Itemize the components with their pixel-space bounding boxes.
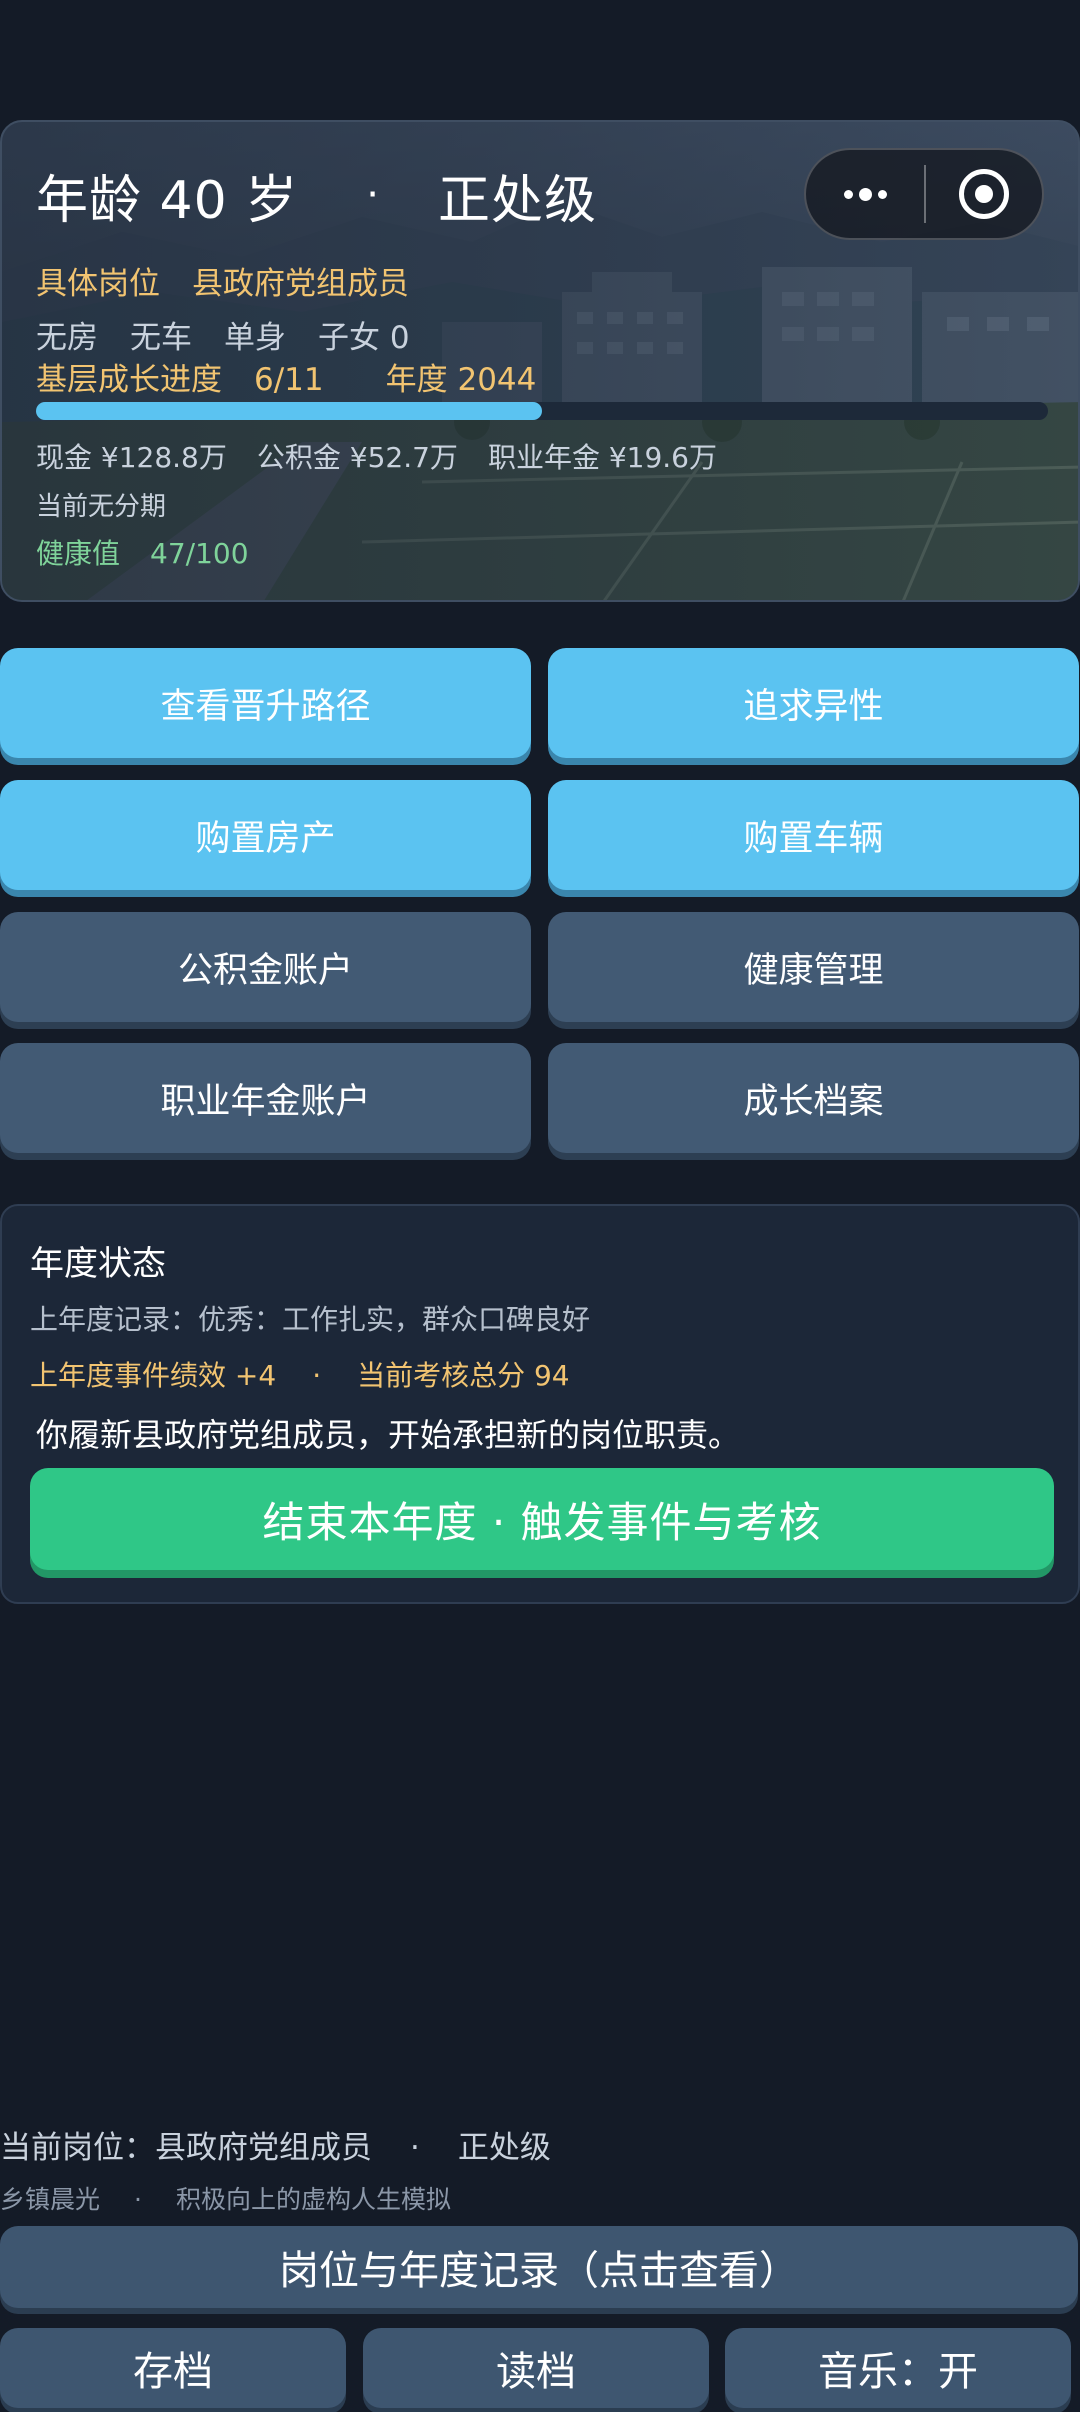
cash-value: 现金 ¥128.8万 <box>36 441 227 474</box>
game-name: 乡镇晨光 <box>0 2185 101 2214</box>
position-records-button[interactable]: 岗位与年度记录（点击查看） <box>0 2226 1078 2308</box>
health-management-button[interactable]: 健康管理 <box>548 912 1079 1022</box>
marital-status: 单身 <box>224 320 286 356</box>
music-toggle-button[interactable]: 音乐：开 <box>725 2328 1071 2408</box>
growth-progress-bar <box>36 402 1048 420</box>
health-line: 健康值 47/100 <box>36 532 249 572</box>
title-row: 年龄 40 岁 · 正处级 <box>36 160 597 231</box>
health-value: 47/100 <box>150 537 249 570</box>
promotion-path-button[interactable]: 查看晋升路径 <box>0 648 531 758</box>
character-status-card: 年龄 40 岁 · 正处级 具体岗位 县政府党组成员 无房 无车 单身 子女 0 基层成… <box>0 120 1080 602</box>
progress-label: 基层成长进度 <box>36 362 222 398</box>
title-separator: · <box>366 172 380 218</box>
age-text: 年龄 40 岁 <box>36 170 299 231</box>
progress-line: 基层成长进度 6/11 年度 2044 <box>36 354 536 399</box>
status-title: 年度状态 <box>30 1244 166 1284</box>
hero-content: 年龄 40 岁 · 正处级 具体岗位 县政府党组成员 无房 无车 单身 子女 0 基层成… <box>2 122 1078 600</box>
score-separator: · <box>312 1359 322 1392</box>
growth-archive-button[interactable]: 成长档案 <box>548 1043 1079 1153</box>
game-tagline: 积极向上的虚构人生模拟 <box>175 2185 451 2214</box>
event-score: 上年度事件绩效 +4 <box>30 1359 277 1392</box>
year-text: 年度 2044 <box>385 362 537 398</box>
health-label: 健康值 <box>36 537 121 570</box>
target-circle-icon[interactable] <box>926 150 1042 238</box>
load-button[interactable]: 读档 <box>363 2328 709 2408</box>
rank-text: 正处级 <box>437 170 597 231</box>
assets-line: 无房 无车 单身 子女 0 <box>36 312 410 357</box>
car-status: 无车 <box>130 320 192 356</box>
save-button[interactable]: 存档 <box>0 2328 346 2408</box>
housing-fund-account-button[interactable]: 公积金账户 <box>0 912 531 1022</box>
current-position: 当前岗位：县政府党组成员 <box>0 2130 372 2166</box>
growth-progress-fill <box>36 402 542 420</box>
installment-text: 当前无分期 <box>36 492 167 522</box>
annual-status-panel: 年度状态 上年度记录：优秀：工作扎实，群众口碑良好 上年度事件绩效 +4 · 当前考… <box>0 1204 1080 1604</box>
position-line: 具体岗位 县政府党组成员 <box>36 258 409 303</box>
buy-property-button[interactable]: 购置房产 <box>0 780 531 890</box>
more-dots-icon[interactable] <box>806 150 924 238</box>
current-position-line: 当前岗位：县政府党组成员 · 正处级 <box>0 2122 551 2167</box>
end-year-button[interactable]: 结束本年度 · 触发事件与考核 <box>30 1468 1054 1570</box>
last-year-record: 上年度记录：优秀：工作扎实，群众口碑良好 <box>30 1303 591 1336</box>
score-line: 上年度事件绩效 +4 · 当前考核总分 94 <box>30 1354 570 1394</box>
status-message: 你履新县政府党组成员，开始承担新的岗位职责。 <box>36 1416 741 1454</box>
annuity-account-button[interactable]: 职业年金账户 <box>0 1043 531 1153</box>
position-value: 县政府党组成员 <box>192 266 409 302</box>
children-status: 子女 0 <box>318 320 410 356</box>
progress-value: 6/11 <box>254 362 324 398</box>
total-score: 当前考核总分 94 <box>357 1359 570 1392</box>
tagline-separator: · <box>134 2185 142 2214</box>
mini-program-capsule <box>804 148 1044 240</box>
pursue-romance-button[interactable]: 追求异性 <box>548 648 1079 758</box>
current-rank: 正处级 <box>457 2130 551 2166</box>
annuity-value: 职业年金 ¥19.6万 <box>487 441 717 474</box>
house-status: 无房 <box>36 320 98 356</box>
buy-vehicle-button[interactable]: 购置车辆 <box>548 780 1079 890</box>
finance-line: 现金 ¥128.8万 公积金 ¥52.7万 职业年金 ¥19.6万 <box>36 436 717 476</box>
position-label: 具体岗位 <box>36 266 160 302</box>
footer-separator: · <box>410 2130 420 2166</box>
housing-fund-value: 公积金 ¥52.7万 <box>256 441 458 474</box>
game-tagline-line: 乡镇晨光 · 积极向上的虚构人生模拟 <box>0 2180 451 2216</box>
